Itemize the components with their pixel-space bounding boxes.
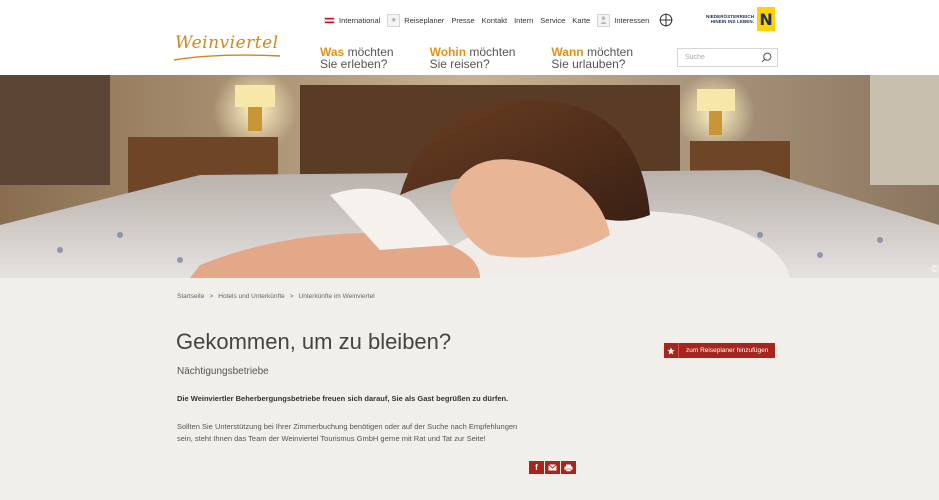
- nav-wohin-line2: Sie reisen?: [429, 57, 490, 71]
- printer-icon: [564, 464, 573, 472]
- hero-photo: [0, 75, 939, 278]
- austria-flag-icon: [324, 16, 335, 24]
- noe-logo-text: NIEDERÖSTERREICH HINEIN INS LEBEN.: [706, 14, 754, 24]
- page-subtitle: Nächtigungsbetriebe: [177, 366, 269, 377]
- utility-nav: International ★ Reiseplaner Presse Konta…: [324, 10, 680, 30]
- noe-logo-badge: N: [757, 7, 776, 31]
- email-share-button[interactable]: [545, 461, 560, 474]
- location-link[interactable]: [656, 13, 673, 27]
- utility-label-interessen: Interessen: [614, 15, 650, 25]
- body-text-line2: sein, steht Ihnen das Team der Weinviert…: [177, 434, 486, 443]
- utility-link-intern[interactable]: Intern: [514, 16, 533, 25]
- utility-link-presse[interactable]: Presse: [451, 16, 474, 25]
- share-buttons: f: [529, 461, 577, 474]
- search-input[interactable]: [685, 54, 755, 61]
- utility-link-service[interactable]: Service: [540, 16, 565, 25]
- search-icon[interactable]: [761, 52, 772, 63]
- utility-label-reiseplaner: Reiseplaner: [404, 15, 445, 25]
- copyright-icon[interactable]: ©: [931, 264, 938, 275]
- noe-logo-letter: N: [759, 9, 773, 29]
- nav-wann-line2: Sie urlauben?: [551, 57, 626, 71]
- utility-link-reiseplaner[interactable]: ★ Reiseplaner: [387, 13, 445, 27]
- facebook-share-button[interactable]: f: [529, 461, 544, 474]
- utility-link-karte[interactable]: Karte: [572, 16, 590, 25]
- hero-image: [0, 75, 939, 278]
- add-to-planner-label: zum Reiseplaner hinzufügen: [686, 347, 769, 354]
- envelope-icon: [548, 464, 557, 471]
- noe-logo-line2: HINEIN INS LEBEN.: [710, 19, 755, 24]
- niederoesterreich-logo[interactable]: NIEDERÖSTERREICH HINEIN INS LEBEN. N: [706, 7, 776, 31]
- breadcrumb-item-current: Unterkünfte im Weinviertel: [298, 293, 375, 300]
- nav-wann[interactable]: Wann möchten Sie urlauben?: [551, 46, 633, 70]
- print-button[interactable]: [561, 461, 576, 474]
- star-icon: [664, 343, 679, 358]
- nav-was-line2: Sie erleben?: [320, 57, 388, 71]
- breadcrumb-item-hotels[interactable]: Hotels und Unterkünfte: [218, 293, 284, 300]
- main-nav: Was möchten Sie erleben? Wohin möchten S…: [320, 46, 669, 70]
- lead-text: Die Weinviertler Beherbergungsbetriebe f…: [177, 394, 509, 403]
- nav-was[interactable]: Was möchten Sie erleben?: [320, 46, 394, 70]
- breadcrumb-separator: >: [289, 293, 294, 300]
- breadcrumb-separator: >: [209, 293, 214, 300]
- breadcrumb: Startseite > Hotels und Unterkünfte > Un…: [177, 293, 375, 300]
- utility-link-kontakt[interactable]: Kontakt: [482, 16, 507, 25]
- weinviertel-logo[interactable]: Weinviertel: [175, 33, 279, 53]
- header: International ★ Reiseplaner Presse Konta…: [0, 0, 939, 75]
- add-to-planner-button[interactable]: zum Reiseplaner hinzufügen: [664, 343, 776, 358]
- breadcrumb-item-startseite[interactable]: Startseite: [177, 293, 204, 300]
- star-icon: ★: [387, 13, 401, 27]
- nav-wohin[interactable]: Wohin möchten Sie reisen?: [430, 46, 516, 70]
- search-box: [677, 48, 778, 67]
- utility-link-international[interactable]: International: [324, 16, 380, 25]
- user-icon: [597, 13, 611, 27]
- page-title: Gekommen, um zu bleiben?: [176, 329, 452, 354]
- utility-link-interessen[interactable]: Interessen: [597, 13, 650, 27]
- facebook-icon: f: [535, 463, 538, 472]
- body-text-line1: Sollten Sie Unterstützung bei Ihrer Zimm…: [177, 422, 518, 431]
- crosshair-icon: [659, 13, 673, 27]
- body-text: Sollten Sie Unterstützung bei Ihrer Zimm…: [177, 421, 587, 445]
- utility-label-international: International: [339, 15, 381, 25]
- logo-swoosh-icon: [173, 54, 281, 61]
